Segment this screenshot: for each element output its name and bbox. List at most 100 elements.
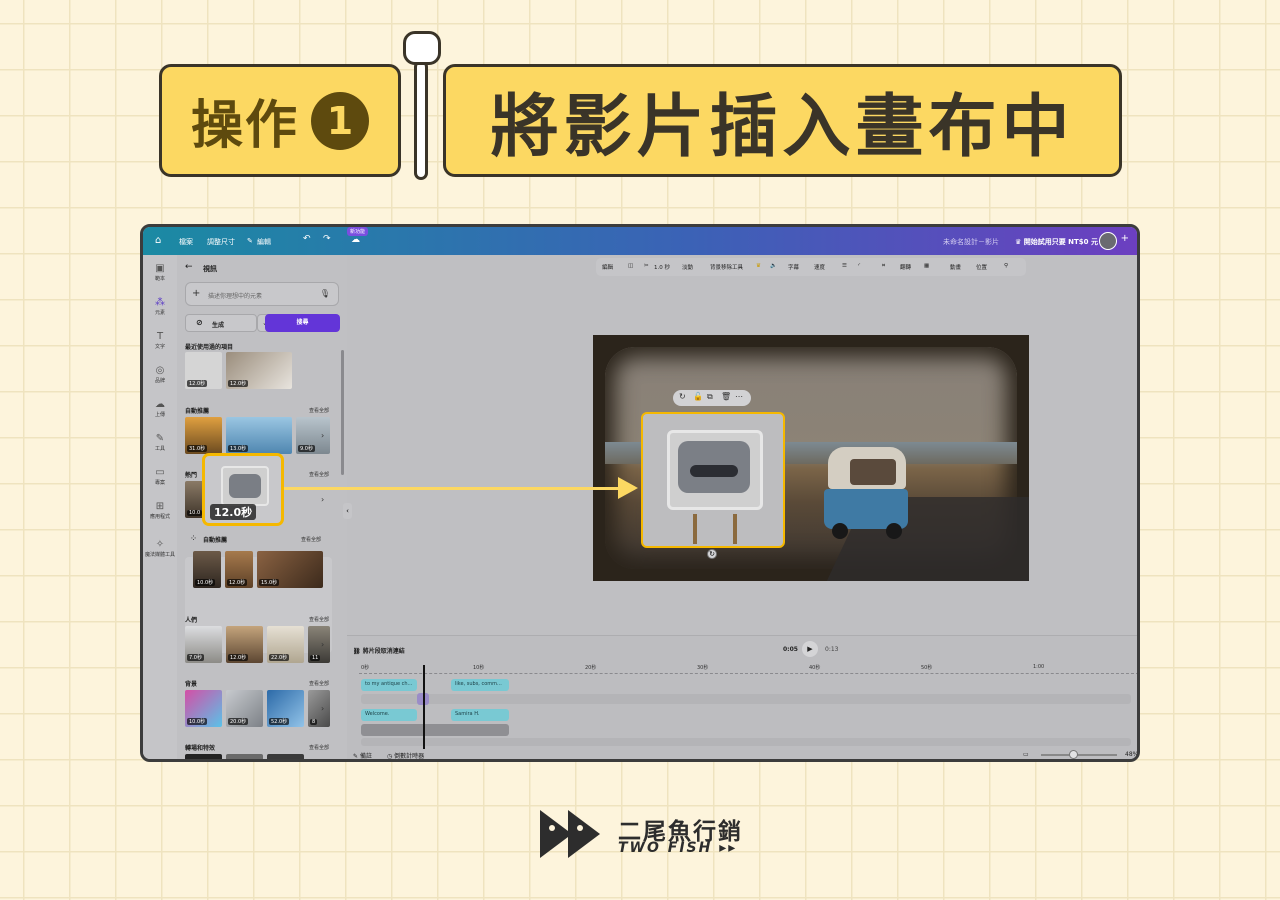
home-icon[interactable]: ⌂ — [155, 235, 161, 246]
time-ruler[interactable]: 0秒 10秒 20秒 30秒 40秒 50秒 1:00 — [359, 664, 1137, 674]
volume-icon[interactable]: 🔈 — [770, 263, 777, 269]
collapse-panel-button[interactable]: ‹ — [343, 503, 352, 519]
see-all-link[interactable]: 查看全部 — [309, 471, 329, 478]
trash-icon[interactable]: 🗑 — [721, 392, 731, 401]
video-thumb[interactable]: 12.0秒 — [225, 551, 253, 588]
see-all-link[interactable]: 查看全部 — [309, 680, 329, 687]
unlink-clips-button[interactable]: ⛓ 將片段取消連結 — [353, 646, 405, 655]
zoom-slider[interactable] — [1041, 754, 1117, 756]
video-thumb[interactable] — [267, 754, 304, 759]
rail-brand[interactable]: ◎ 品牌 — [143, 365, 177, 384]
panel-scrollbar[interactable] — [341, 350, 344, 475]
avatar[interactable] — [1099, 232, 1117, 250]
split-icon[interactable]: ◫ — [628, 263, 633, 269]
video-thumb[interactable]: 7.0秒 — [185, 626, 222, 663]
rail-templates[interactable]: ▣ 範本 — [143, 263, 177, 282]
corner-radius-icon[interactable]: ◜ — [858, 263, 860, 269]
video-thumb[interactable]: 9.0秒 — [296, 417, 330, 454]
cloud-save-icon[interactable]: ☁ — [351, 235, 360, 245]
see-all-link[interactable]: 查看全部 — [301, 536, 321, 543]
inserted-tv-video[interactable] — [641, 412, 785, 548]
edit-pencil-icon[interactable]: ✎ — [247, 237, 253, 245]
rail-projects[interactable]: ▭ 專案 — [143, 467, 177, 486]
tool-duration[interactable]: 1.0 秒 — [654, 263, 670, 271]
track-lane[interactable] — [361, 694, 1131, 704]
duplicate-icon[interactable]: ⧉ — [707, 392, 713, 402]
upgrade-button[interactable]: ♛ 開始試用只要 NT$0 元 — [1015, 237, 1098, 247]
search-input[interactable]: + 描述你理想中的元素 🎙 — [185, 282, 339, 306]
video-thumb[interactable] — [226, 754, 263, 759]
video-thumb[interactable]: 13.0秒 — [226, 417, 292, 454]
rail-magic-media[interactable]: ✧ 魔法媒體工具 — [143, 539, 177, 558]
dragged-video-thumb[interactable]: 12.0秒 — [202, 453, 284, 526]
redo-icon[interactable]: ↷ — [323, 234, 331, 244]
menu-file[interactable]: 檔案 — [179, 237, 193, 247]
video-track[interactable] — [361, 724, 509, 736]
video-thumb[interactable]: 11 — [308, 626, 330, 663]
rail-elements[interactable]: ⁂ 元素 — [143, 297, 177, 316]
design-name[interactable]: 未命名設計－影片 — [943, 237, 999, 247]
rail-tools[interactable]: ✎ 工具 — [143, 433, 177, 452]
video-thumb[interactable]: 15.0秒 — [257, 551, 323, 588]
refresh-icon[interactable]: ↻ — [679, 392, 686, 401]
text-clip[interactable]: like, subs, comm... — [451, 679, 509, 691]
video-thumb[interactable]: 12.0秒 — [226, 352, 292, 389]
audio-track[interactable] — [361, 738, 1131, 746]
video-thumb[interactable]: 22.0秒 — [267, 626, 304, 663]
thumbnail-view-icon[interactable]: ▭ — [1023, 751, 1029, 758]
chevron-right-icon[interactable]: › — [321, 431, 324, 440]
text-clip[interactable]: Welcome. — [361, 709, 417, 721]
play-icon[interactable]: ▶ — [802, 641, 818, 657]
lock-icon[interactable]: 🔓 — [693, 392, 703, 401]
tool-position[interactable]: 位置 — [976, 263, 987, 271]
tool-edit[interactable]: 編輯 — [602, 263, 613, 271]
tool-bg-remover[interactable]: 背景移除工具 — [710, 263, 743, 271]
rail-apps[interactable]: ⊞ 應用程式 — [143, 501, 177, 520]
menu-edit[interactable]: 編輯 — [257, 237, 271, 247]
generate-button[interactable]: ⊘ 生成 — [185, 314, 257, 332]
video-thumb[interactable]: 31.0秒 — [185, 417, 222, 454]
video-thumb[interactable]: 10.0秒 — [185, 690, 222, 727]
tool-speed[interactable]: 速度 — [814, 263, 825, 271]
video-thumb[interactable]: 12.0秒 — [185, 352, 222, 389]
video-thumb[interactable]: 8 — [308, 690, 330, 727]
tool-fade[interactable]: 淡動 — [682, 263, 693, 271]
transparency-icon[interactable]: ▦ — [924, 263, 929, 269]
tool-flip[interactable]: 翻轉 — [900, 263, 911, 271]
text-clip[interactable]: Samira H. — [451, 709, 509, 721]
rail-uploads[interactable]: ☁ 上傳 — [143, 399, 177, 418]
plus-icon[interactable]: + — [192, 288, 200, 299]
crop-icon[interactable]: ⌗ — [882, 263, 885, 270]
video-thumb[interactable]: 12.0秒 — [226, 626, 263, 663]
back-arrow-icon[interactable]: ← — [185, 262, 193, 272]
video-thumb[interactable]: 10.0秒 — [193, 551, 221, 588]
chevron-right-icon[interactable]: › — [321, 704, 324, 713]
rotate-handle-icon[interactable]: ↻ — [707, 549, 717, 559]
menu-resize[interactable]: 調整尺寸 — [207, 237, 235, 247]
border-style-icon[interactable]: ☰ — [842, 263, 847, 269]
chevron-right-icon[interactable]: › — [321, 640, 324, 649]
two-fish-logo-icon — [540, 810, 600, 858]
notes-button[interactable]: ✎ 備註 — [353, 751, 372, 759]
paint-roller-icon[interactable]: ⚲ — [1004, 263, 1008, 269]
text-clip[interactable]: to my antique ch... — [361, 679, 417, 691]
scissors-icon[interactable]: ✂ — [644, 263, 649, 269]
tool-captions[interactable]: 字幕 — [788, 263, 799, 271]
playhead[interactable] — [423, 665, 425, 749]
undo-icon[interactable]: ↶ — [303, 234, 311, 244]
see-all-link[interactable]: 查看全部 — [309, 744, 329, 751]
video-thumb[interactable]: 20.0秒 — [226, 690, 263, 727]
search-button[interactable]: 搜尋 — [265, 314, 340, 332]
microphone-icon[interactable]: 🎙 — [320, 289, 330, 298]
tool-animate[interactable]: 動畫 — [950, 263, 961, 271]
see-all-link[interactable]: 查看全部 — [309, 407, 329, 414]
see-all-link[interactable]: 查看全部 — [309, 616, 329, 623]
timer-button[interactable]: ◷ 倒數計時器 — [387, 751, 424, 759]
zoom-slider-knob[interactable] — [1069, 750, 1078, 759]
video-thumb[interactable]: 52.0秒 — [267, 690, 304, 727]
video-thumb[interactable] — [185, 754, 222, 759]
chevron-right-icon[interactable]: › — [321, 495, 324, 504]
rail-text[interactable]: T 文字 — [143, 331, 177, 350]
more-icon[interactable]: ⋯ — [735, 392, 743, 401]
add-icon[interactable]: + — [1121, 233, 1129, 244]
